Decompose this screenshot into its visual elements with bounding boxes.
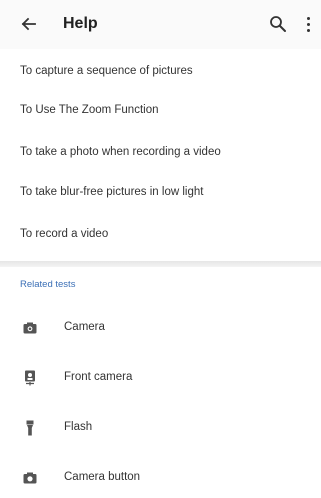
article-item-photo-while-recording[interactable]: To take a photo when recording a video [0, 132, 321, 172]
article-label: To take a photo when recording a video [20, 146, 221, 158]
back-arrow-icon[interactable] [18, 14, 38, 34]
related-item-label: Flash [64, 421, 93, 433]
camera-icon [22, 320, 38, 336]
article-item-capture-sequence[interactable]: To capture a sequence of pictures [0, 51, 321, 91]
front-camera-icon [22, 370, 38, 386]
article-item-record-video[interactable]: To record a video [0, 214, 321, 254]
article-label: To take blur-free pictures in low light [20, 186, 204, 198]
related-item-front-camera[interactable]: Front camera [0, 358, 321, 398]
related-item-flash[interactable]: Flash [0, 408, 321, 448]
related-item-label: Camera button [64, 471, 141, 483]
flash-icon [22, 420, 38, 436]
related-item-label: Camera [64, 321, 105, 333]
article-label: To capture a sequence of pictures [20, 65, 193, 77]
article-list: To capture a sequence of pictures To Use… [0, 49, 321, 261]
related-item-camera[interactable]: Camera [0, 308, 321, 348]
search-icon[interactable] [268, 14, 288, 34]
camera-button-icon [22, 470, 38, 486]
article-item-low-light[interactable]: To take blur-free pictures in low light [0, 172, 321, 212]
app-bar: Help [0, 0, 321, 49]
related-tests-header: Related tests [20, 279, 76, 290]
article-item-zoom-function[interactable]: To Use The Zoom Function [0, 90, 321, 130]
related-item-label: Front camera [64, 371, 133, 383]
page-title: Help [63, 15, 98, 32]
more-options-icon[interactable] [301, 13, 315, 35]
article-label: To Use The Zoom Function [20, 104, 159, 116]
section-divider [0, 261, 321, 267]
related-item-camera-button[interactable]: Camera button [0, 458, 321, 498]
article-label: To record a video [20, 228, 109, 240]
